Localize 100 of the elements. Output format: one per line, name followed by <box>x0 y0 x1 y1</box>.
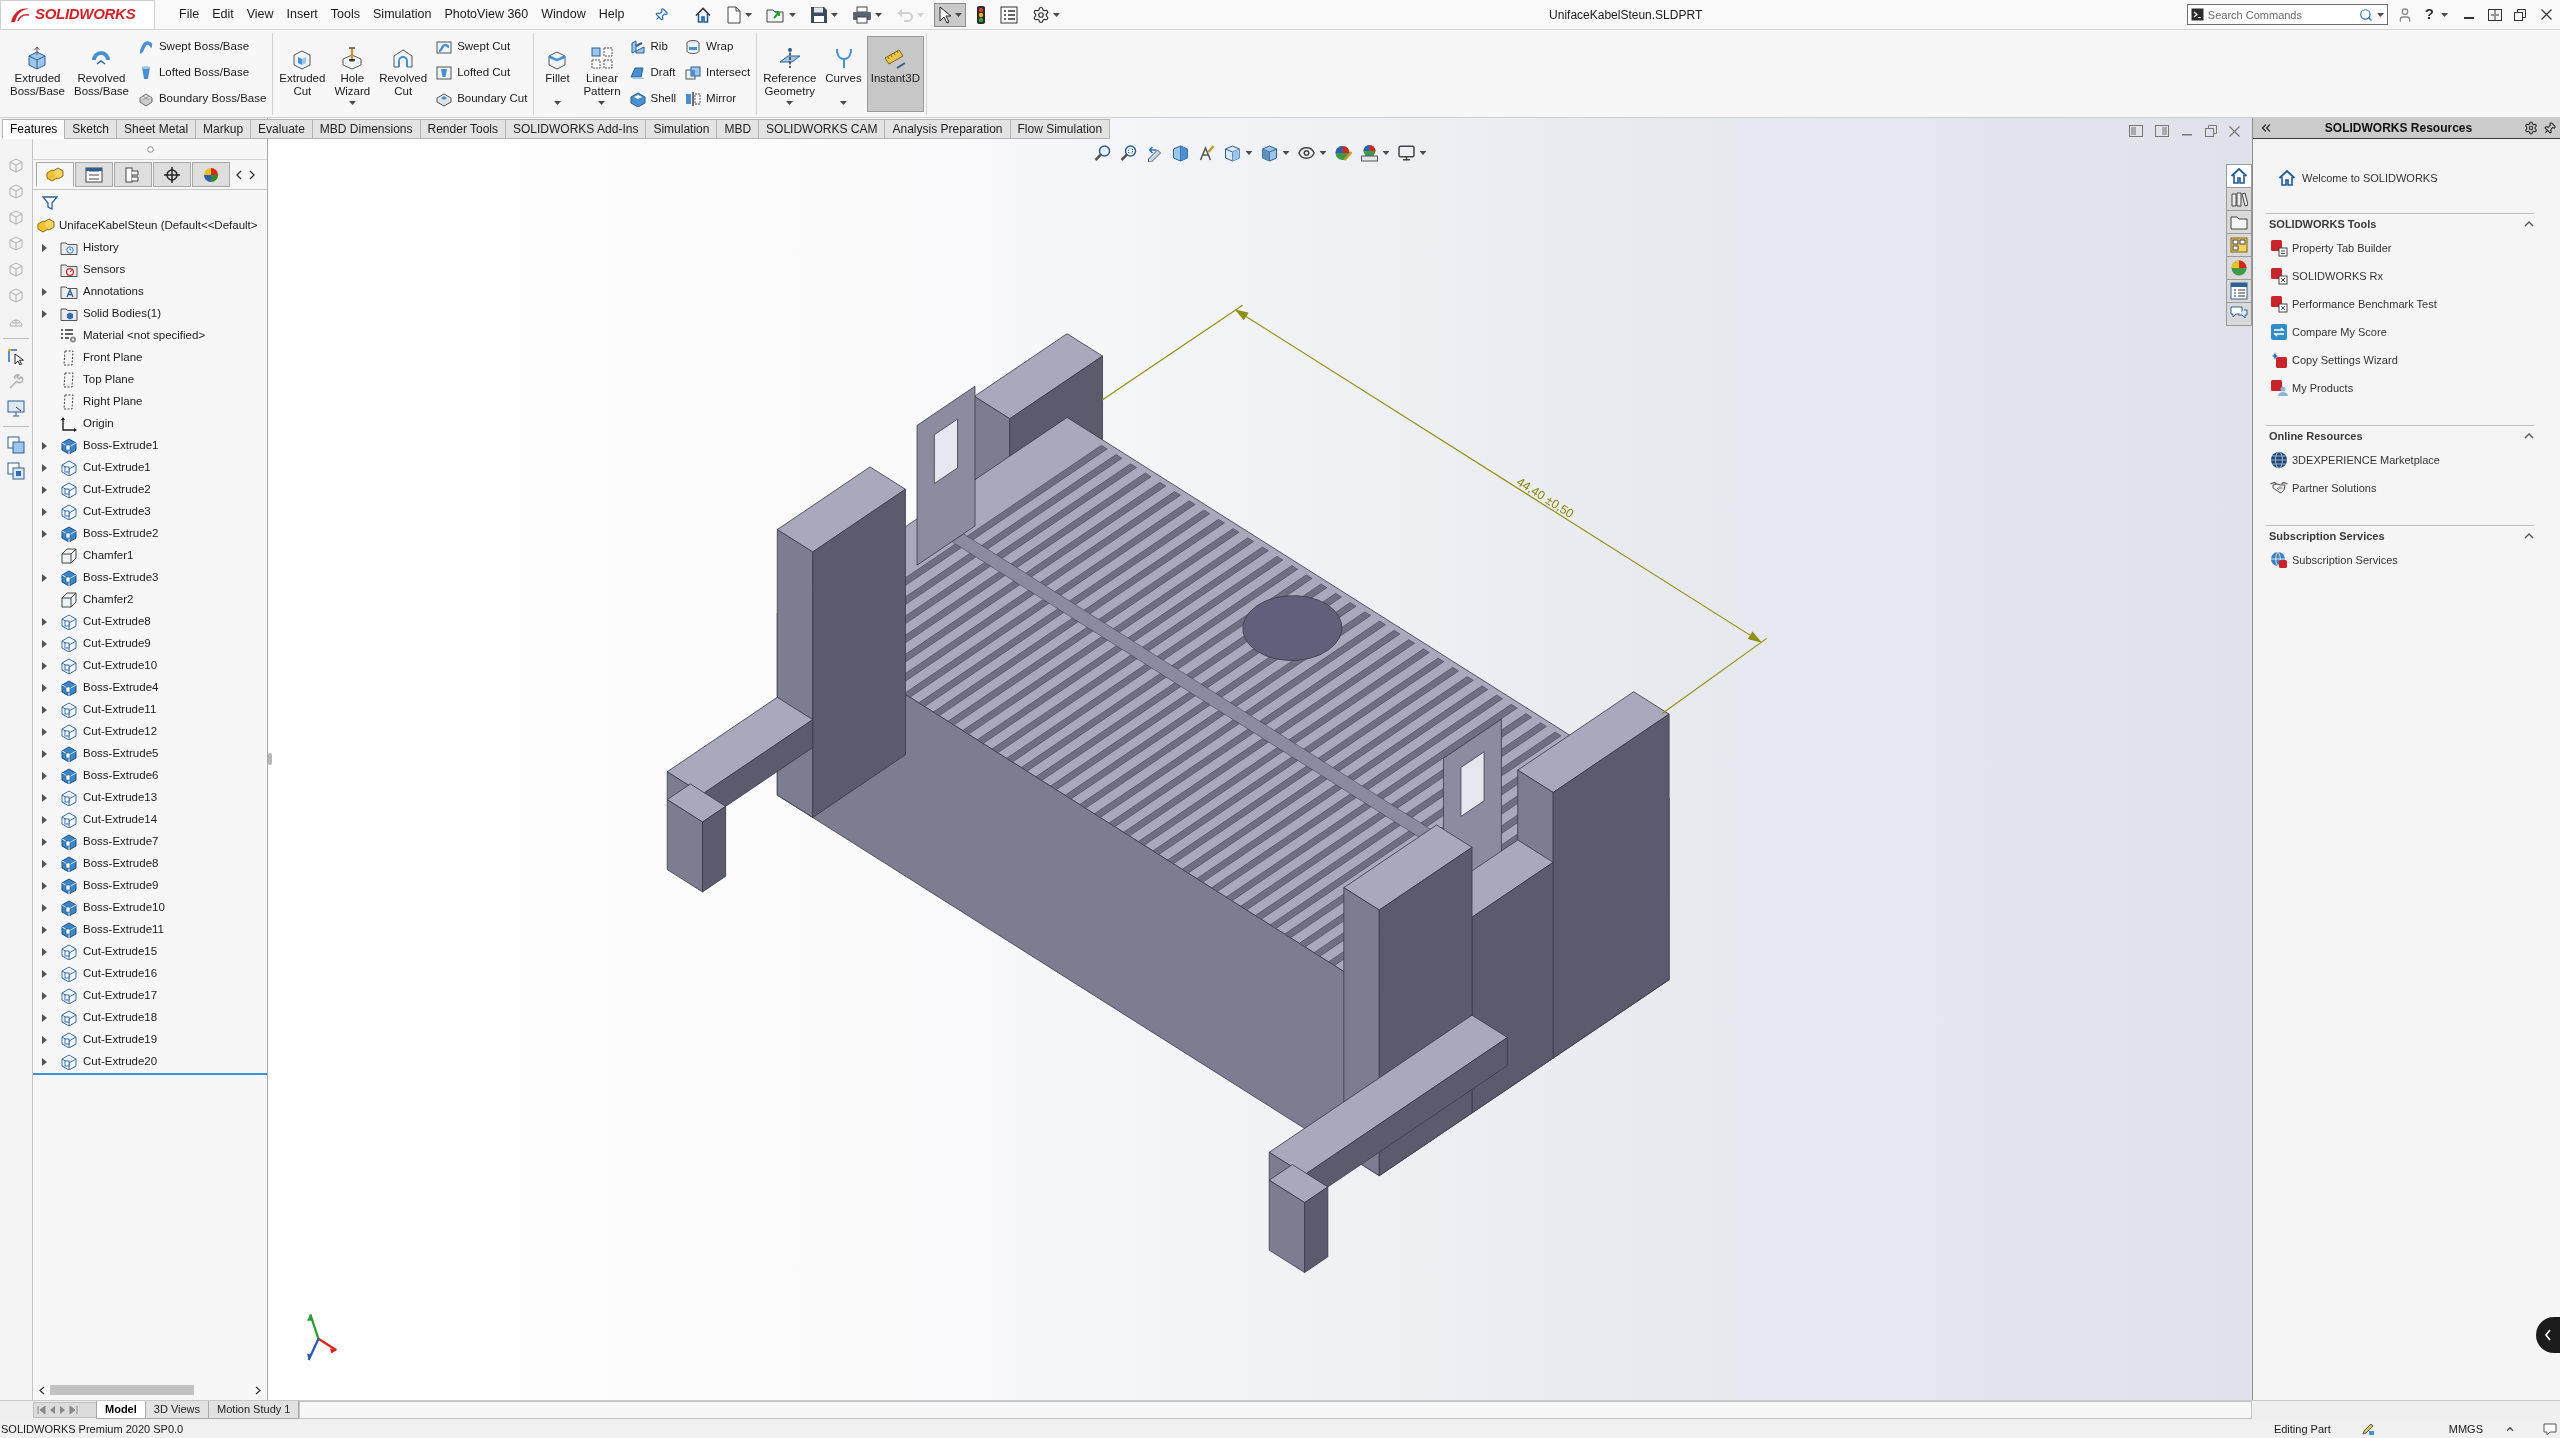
task-pane-tab[interactable] <box>2226 210 2252 234</box>
pencil-part-icon[interactable] <box>2360 1422 2375 1436</box>
command-tab[interactable]: SOLIDWORKS Add-Ins <box>505 119 647 139</box>
command-tab[interactable]: MBD Dimensions <box>311 119 421 139</box>
welcome-link[interactable]: Welcome to SOLIDWORKS <box>2302 169 2438 187</box>
pencil-arrow-icon[interactable] <box>1145 144 1164 162</box>
cube-icon[interactable] <box>1223 144 1242 162</box>
command-tab[interactable]: Sheet Metal <box>116 119 197 139</box>
eye-icon[interactable] <box>1297 144 1316 162</box>
tree-item[interactable]: Cut-Extrude2 <box>33 479 267 501</box>
splitter-dot-icon[interactable] <box>146 145 154 153</box>
tree-item[interactable]: Boss-Extrude1 <box>33 435 267 457</box>
last-page-icon[interactable] <box>69 1406 78 1414</box>
tree-item[interactable]: Front Plane <box>33 347 267 369</box>
next-page-icon[interactable] <box>59 1406 66 1414</box>
menu-item[interactable]: Tools <box>330 5 361 24</box>
ribbon-small-button[interactable]: Shell <box>628 86 678 112</box>
tree-item[interactable]: Cut-Extrude9 <box>33 633 267 655</box>
ribbon-button[interactable]: Revolved Cut <box>375 36 432 112</box>
tree-item[interactable]: Material <not specified> <box>33 325 267 347</box>
tree-item[interactable]: Cut-Extrude8 <box>33 611 267 633</box>
command-tab[interactable]: Evaluate <box>250 119 313 139</box>
command-tab[interactable]: MBD <box>716 119 760 139</box>
ribbon-button[interactable]: Revolved Boss/Base <box>69 36 133 112</box>
task-pane-tab[interactable] <box>2226 187 2252 211</box>
tree-item[interactable]: Cut-Extrude13 <box>33 787 267 809</box>
tree-item[interactable]: Right Plane <box>33 391 267 413</box>
menu-item[interactable]: Simulation <box>373 5 432 24</box>
resource-link[interactable]: Property Tab Builder <box>2292 239 2392 257</box>
resource-link[interactable]: Partner Solutions <box>2292 479 2377 497</box>
tree-item[interactable]: Cut-Extrude18 <box>33 1007 267 1029</box>
tree-item[interactable]: History <box>33 237 267 259</box>
search-input[interactable]: Search Commands <box>2207 6 2355 23</box>
command-tab[interactable]: Sketch <box>64 119 118 139</box>
tree-item[interactable]: Cut-Extrude3 <box>33 501 267 523</box>
tree-item[interactable]: Boss-Extrude10 <box>33 897 267 919</box>
section-cube-icon[interactable] <box>1171 144 1190 162</box>
command-tab[interactable]: Render Tools <box>419 119 506 139</box>
ribbon-button[interactable]: Curves <box>821 36 866 112</box>
menu-item[interactable]: Help <box>598 5 625 24</box>
scene-sphere-icon[interactable] <box>1360 144 1379 162</box>
tree-item[interactable]: Cut-Extrude12 <box>33 721 267 743</box>
menu-item[interactable]: File <box>179 5 200 24</box>
help-button[interactable]: ? <box>2424 3 2434 26</box>
resource-link[interactable]: My Products <box>2292 379 2354 397</box>
tree-item[interactable]: Cut-Extrude19 <box>33 1029 267 1051</box>
tree-item[interactable]: Chamfer2 <box>33 589 267 611</box>
tree-item[interactable]: Solid Bodies(1) <box>33 303 267 325</box>
magnifier-icon[interactable] <box>1093 144 1112 162</box>
tree-item[interactable]: Boss-Extrude8 <box>33 853 267 875</box>
ribbon-small-button[interactable]: Swept Cut <box>435 34 529 60</box>
color-sphere-icon[interactable] <box>1334 144 1353 162</box>
filter-icon[interactable] <box>42 194 58 211</box>
tree-item[interactable]: Boss-Extrude7 <box>33 831 267 853</box>
ribbon-button[interactable]: Extruded Cut <box>275 36 330 112</box>
dimension-value[interactable]: 44,40 ±0,50 <box>1514 474 1577 521</box>
part-model-drawing[interactable] <box>666 333 1670 1273</box>
resource-link[interactable]: Compare My Score <box>2292 323 2387 341</box>
caret-up-icon[interactable] <box>2505 1424 2515 1434</box>
tree-item[interactable]: Annotations <box>33 281 267 303</box>
units-status[interactable]: MMGS <box>2448 1420 2483 1438</box>
ribbon-small-button[interactable]: Intersect <box>684 60 752 86</box>
tree-item[interactable]: Boss-Extrude4 <box>33 677 267 699</box>
ribbon-button[interactable]: Reference Geometry <box>759 36 821 112</box>
ribbon-button[interactable]: Fillet <box>536 36 579 112</box>
command-tab[interactable]: SOLIDWORKS CAM <box>758 119 886 139</box>
search-icon[interactable] <box>2358 7 2373 22</box>
tree-item[interactable]: Boss-Extrude2 <box>33 523 267 545</box>
collapse-caret-icon[interactable] <box>2524 433 2534 439</box>
tree-item[interactable]: Cut-Extrude11 <box>33 699 267 721</box>
bottom-tab[interactable]: Motion Study 1 <box>208 1401 300 1419</box>
ribbon-small-button[interactable]: Boundary Boss/Base <box>136 86 268 112</box>
command-tab[interactable]: Features <box>2 119 66 139</box>
resource-link[interactable]: Performance Benchmark Test <box>2292 295 2437 313</box>
menu-item[interactable]: View <box>246 5 274 24</box>
tree-item[interactable]: Boss-Extrude5 <box>33 743 267 765</box>
logo-badge[interactable]: SOLIDWORKS <box>0 0 155 30</box>
caret-icon[interactable] <box>1319 151 1327 155</box>
ribbon-small-button[interactable]: Swept Boss/Base <box>136 34 268 60</box>
ribbon-button[interactable]: Linear Pattern <box>579 36 625 112</box>
scrollbar-thumb[interactable] <box>50 1385 194 1395</box>
tree-item[interactable]: Origin <box>33 413 267 435</box>
resource-link[interactable]: SOLIDWORKS Rx <box>2292 267 2384 285</box>
collapse-caret-icon[interactable] <box>2524 221 2534 227</box>
tree-item[interactable]: Top Plane <box>33 369 267 391</box>
settings-icon[interactable] <box>2524 121 2538 135</box>
ribbon-small-button[interactable]: Boundary Cut <box>435 86 529 112</box>
tree-item[interactable]: Boss-Extrude11 <box>33 919 267 941</box>
double-chevron-left-icon[interactable] <box>2259 121 2273 135</box>
stacked-windows-icon[interactable] <box>7 462 25 480</box>
caret-icon[interactable] <box>2441 12 2448 17</box>
caret-icon[interactable] <box>1245 151 1253 155</box>
caret-icon[interactable] <box>1419 151 1427 155</box>
tree-item[interactable]: Sensors <box>33 259 267 281</box>
command-tab[interactable]: Analysis Preparation <box>884 119 1011 139</box>
monitor-icon[interactable] <box>1397 144 1416 162</box>
ribbon-small-button[interactable]: Lofted Boss/Base <box>136 60 268 86</box>
command-tab[interactable]: Flow Simulation <box>1009 119 1111 139</box>
tile-left-icon[interactable] <box>2129 125 2143 137</box>
task-pane-tab[interactable] <box>2226 279 2252 303</box>
